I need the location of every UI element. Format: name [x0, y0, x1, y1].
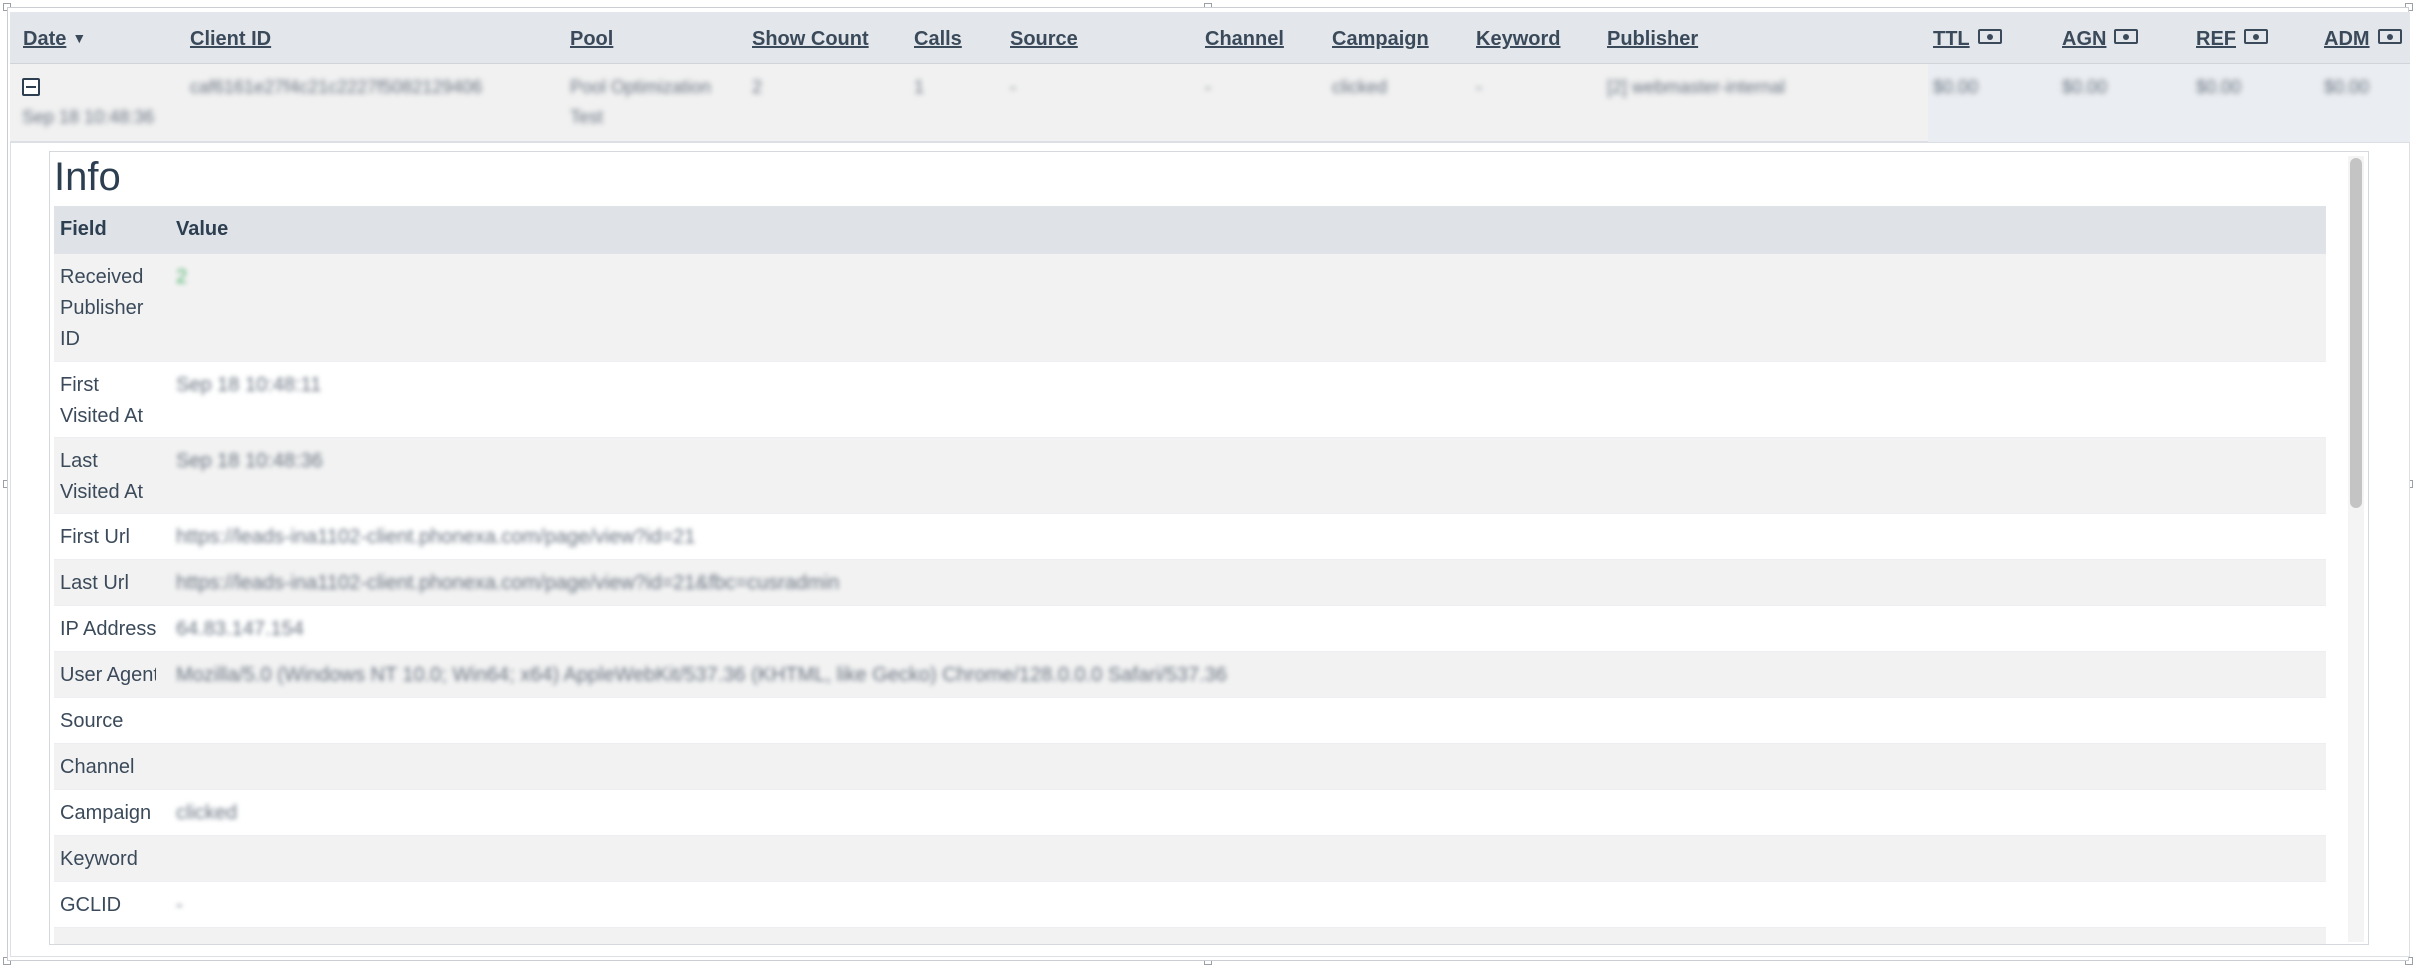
info-value: -: [176, 894, 183, 916]
info-title: Info: [54, 155, 121, 199]
info-value: 64.83.147.154: [176, 618, 304, 640]
cell-agn: $0.00: [2062, 77, 2108, 97]
cell-show-count: 2: [752, 77, 763, 97]
info-row-gclid: GCLID -: [54, 882, 2326, 928]
info-panel: Info Field Value Received Publisher ID 2…: [49, 151, 2369, 945]
cell-campaign: clicked: [1332, 77, 1388, 97]
column-header-channel[interactable]: Channel: [1205, 28, 1284, 51]
field-header: Field: [60, 218, 107, 240]
money-icon: [2114, 29, 2139, 44]
info-value: Sep 18 10:48:36: [176, 450, 323, 472]
cell-ref: $0.00: [2196, 77, 2242, 97]
row-detail: Info Field Value Received Publisher ID 2…: [10, 142, 2410, 957]
cell-channel: -: [1205, 77, 1211, 97]
cell-source: -: [1010, 77, 1016, 97]
column-header-source[interactable]: Source: [1010, 28, 1078, 51]
info-row-channel: Channel: [54, 744, 2326, 790]
info-row-keyword: Keyword: [54, 836, 2326, 882]
column-header-campaign[interactable]: Campaign: [1332, 28, 1429, 51]
info-value: clicked: [176, 802, 238, 824]
column-header-pool[interactable]: Pool: [570, 28, 613, 51]
info-field: First Visited At: [60, 374, 144, 427]
info-row-campaign: Campaign clicked: [54, 790, 2326, 836]
minus-square-icon[interactable]: [22, 78, 40, 96]
cell-client-id: caf6161e27f4c21c2227f5082129406: [190, 77, 483, 97]
table-row[interactable]: Sep 18 10:48:36 caf6161e27f4c21c2227f508…: [10, 64, 2410, 142]
info-row-first-visited-at: First Visited At Sep 18 10:48:11: [54, 362, 2326, 438]
column-header-agn[interactable]: AGN: [2062, 28, 2139, 51]
column-header-calls[interactable]: Calls: [914, 28, 962, 51]
column-header-adm[interactable]: ADM: [2324, 28, 2402, 51]
money-icon: [2377, 29, 2402, 44]
info-field: IP Address: [60, 618, 156, 640]
info-row-ip-address: IP Address 64.83.147.154: [54, 606, 2326, 652]
info-field: Last Url: [60, 572, 129, 594]
money-icon: [1977, 29, 2002, 44]
cell-ttl: $0.00: [1933, 77, 1979, 97]
info-field: Channel: [60, 756, 135, 778]
cell-publisher[interactable]: [2] webmaster-internal: [1607, 72, 1785, 102]
info-row-user-agent: User Agent Mozilla/5.0 (Windows NT 10.0;…: [54, 652, 2326, 698]
cell-adm: $0.00: [2324, 77, 2370, 97]
info-row-partial: [54, 928, 2326, 944]
info-row-source: Source: [54, 698, 2326, 744]
column-header-show-count[interactable]: Show Count: [752, 28, 869, 51]
info-field: Received Publisher ID: [60, 266, 144, 350]
column-header-date[interactable]: Date ▼: [23, 28, 86, 51]
column-header-ref[interactable]: REF: [2196, 28, 2268, 51]
info-row-first-url: First Url https://leads-ina1102-client.p…: [54, 514, 2326, 560]
column-header-publisher[interactable]: Publisher: [1607, 28, 1698, 51]
column-header-keyword[interactable]: Keyword: [1476, 28, 1560, 51]
cell-pool-line1: Pool Optimization: [570, 77, 712, 97]
info-field: User Agent: [60, 664, 156, 686]
value-header: Value: [176, 218, 229, 240]
cell-pool-line2: Test: [570, 107, 604, 127]
info-table-header: Field Value: [54, 206, 2326, 254]
info-value: Mozilla/5.0 (Windows NT 10.0; Win64; x64…: [176, 664, 1227, 686]
info-value: https://leads-ina1102-client.phonexa.com…: [176, 526, 696, 548]
cell-keyword: -: [1476, 77, 1482, 97]
info-value: 2: [176, 266, 188, 288]
info-field: Last Visited At: [60, 450, 144, 503]
info-value: Sep 18 10:48:11: [176, 374, 322, 396]
info-value: https://leads-ina1102-client.phonexa.com…: [176, 572, 840, 594]
cell-date: Sep 18 10:48:36: [22, 107, 155, 127]
info-row-received-publisher-id: Received Publisher ID 2: [54, 254, 2326, 362]
column-header-client-id[interactable]: Client ID: [190, 28, 271, 51]
money-icon: [2244, 29, 2268, 44]
info-scrollbar[interactable]: [2348, 156, 2364, 942]
scrollbar-thumb[interactable]: [2350, 158, 2362, 508]
caret-down-icon: ▼: [72, 30, 87, 46]
table-header: Date ▼ Client ID Pool Show Count Calls So…: [10, 12, 2410, 64]
info-row-last-visited-at: Last Visited At Sep 18 10:48:36: [54, 438, 2326, 514]
info-field: Source: [60, 710, 124, 732]
info-field: Campaign: [60, 802, 152, 824]
column-header-ttl[interactable]: TTL: [1933, 28, 2002, 51]
info-field: Keyword: [60, 848, 138, 870]
info-field: First Url: [60, 526, 130, 548]
info-field: GCLID: [60, 894, 122, 916]
cell-calls: 1: [914, 77, 925, 97]
info-row-last-url: Last Url https://leads-ina1102-client.ph…: [54, 560, 2326, 606]
